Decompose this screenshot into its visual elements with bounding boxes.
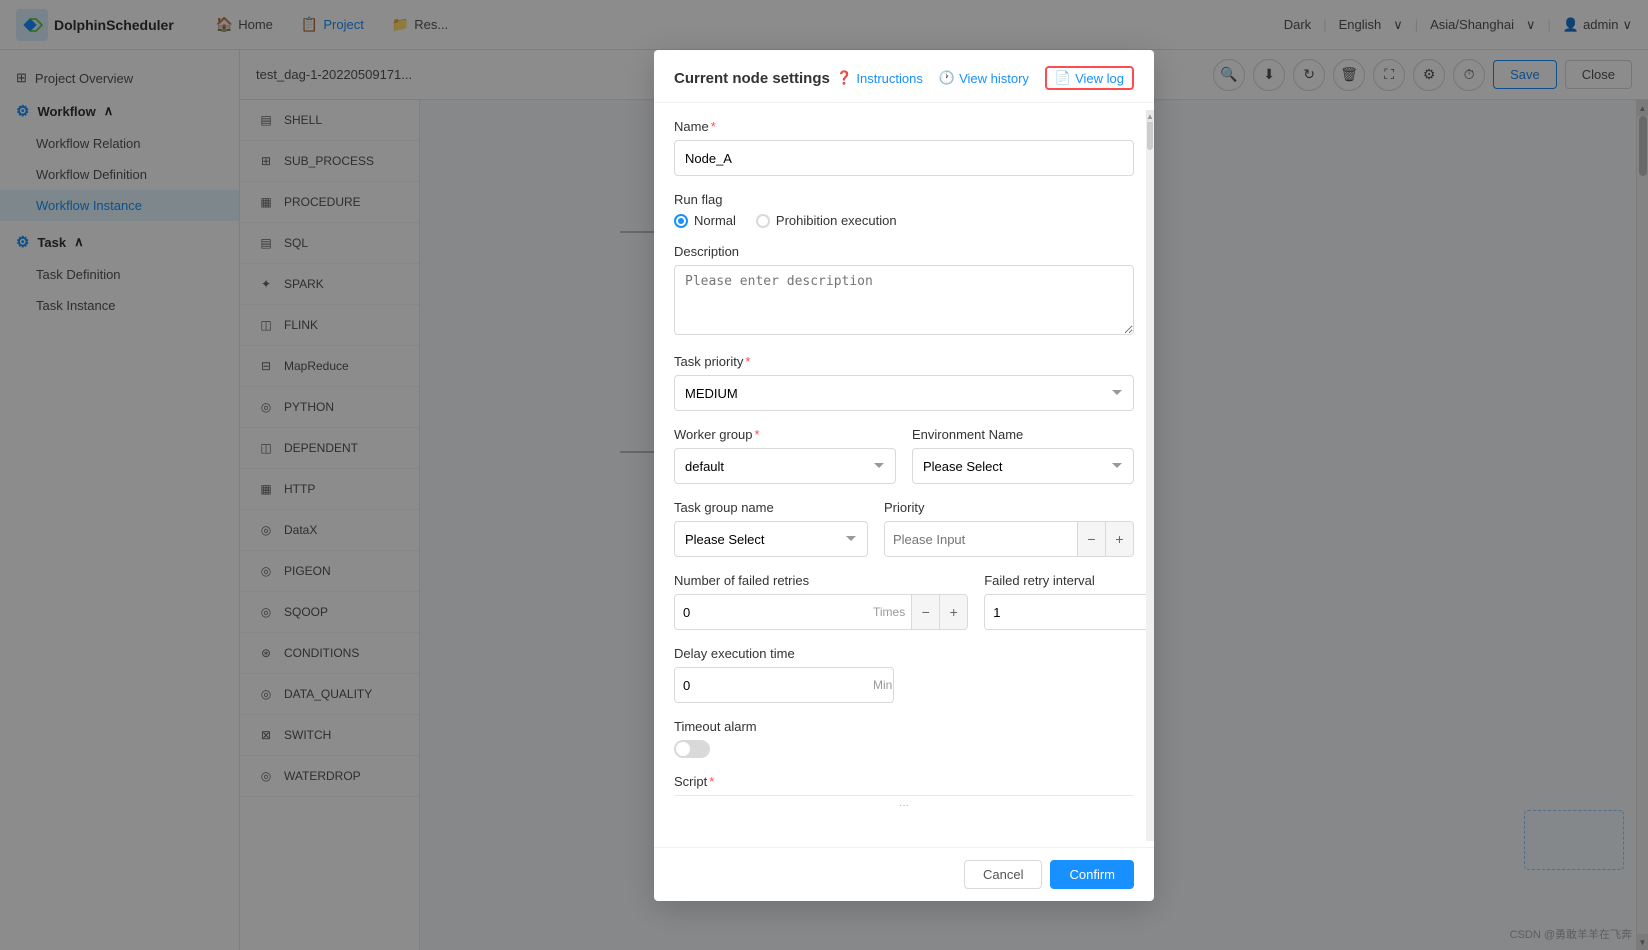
delay-input[interactable]: [675, 668, 867, 702]
radio-normal-label: Normal: [694, 213, 736, 228]
modal-instructions-link[interactable]: ❓ Instructions: [836, 70, 923, 86]
failed-retries-label: Number of failed retries: [674, 573, 968, 588]
view-log-icon: 📄: [1055, 70, 1071, 86]
worker-group-label: Worker group *: [674, 427, 896, 442]
modal-header-actions: ❓ Instructions 🕐 View history 📄 View log: [836, 66, 1134, 90]
modal-scroll-up-arrow[interactable]: ▲: [1146, 110, 1154, 122]
failed-retries-wrap: Times − +: [674, 594, 968, 630]
radio-prohibition-circle: [756, 214, 770, 228]
timeout-alarm-label: Timeout alarm: [674, 719, 1134, 734]
form-group-description: Description: [674, 244, 1134, 338]
failed-retries-plus-btn[interactable]: +: [939, 595, 967, 629]
timeout-toggle[interactable]: [674, 740, 710, 758]
modal-scrollbar-track: ▲: [1146, 110, 1154, 841]
timeout-toggle-wrap: [674, 740, 1134, 758]
form-col-task-group-name: Task group name Please Select: [674, 500, 868, 557]
form-group-task-priority: Task priority * LOWEST LOW MEDIUM HIGH H…: [674, 354, 1134, 411]
form-group-script: Script * ···: [674, 774, 1134, 815]
name-label: Name *: [674, 119, 1134, 134]
delay-unit: Minute: [867, 678, 894, 692]
form-group-run-flag: Run flag Normal Prohibition execution: [674, 192, 1134, 228]
run-flag-label: Run flag: [674, 192, 1134, 207]
priority-label: Priority: [884, 500, 1134, 515]
modal-title: Current node settings: [674, 70, 830, 87]
failed-retries-unit: Times: [867, 605, 911, 619]
modal-body: Name * Run flag Normal Prohibition execu…: [654, 103, 1154, 847]
modal-view-history-link[interactable]: 🕐 View history: [939, 70, 1029, 86]
form-group-timeout: Timeout alarm: [674, 719, 1134, 758]
failed-retries-minus-btn[interactable]: −: [911, 595, 939, 629]
description-input[interactable]: [674, 265, 1134, 335]
form-col-priority: Priority − +: [884, 500, 1134, 557]
name-input[interactable]: [674, 140, 1134, 176]
modal-footer: Cancel Confirm: [654, 847, 1154, 901]
modal-node-settings: Current node settings ❓ Instructions 🕐 V…: [654, 50, 1154, 901]
retry-interval-input[interactable]: [985, 595, 1154, 629]
script-required: *: [709, 774, 714, 789]
instructions-icon: ❓: [836, 70, 852, 86]
run-flag-normal[interactable]: Normal: [674, 213, 736, 228]
modal-header: Current node settings ❓ Instructions 🕐 V…: [654, 50, 1154, 103]
task-group-name-label: Task group name: [674, 500, 868, 515]
form-row-worker-env: Worker group * default Environment Name …: [674, 427, 1134, 484]
cancel-button[interactable]: Cancel: [964, 860, 1042, 889]
task-group-name-select[interactable]: Please Select: [674, 521, 868, 557]
task-priority-label: Task priority *: [674, 354, 1134, 369]
delay-label: Delay execution time: [674, 646, 1134, 661]
form-group-name: Name *: [674, 119, 1134, 176]
run-flag-options: Normal Prohibition execution: [674, 213, 1134, 228]
view-history-label: View history: [959, 71, 1029, 86]
failed-retries-input[interactable]: [675, 595, 867, 629]
radio-normal-circle: [674, 214, 688, 228]
form-row-task-group-priority: Task group name Please Select Priority −…: [674, 500, 1134, 557]
form-col-retry-interval: Failed retry interval Minute − +: [984, 573, 1154, 630]
worker-group-required: *: [755, 427, 760, 442]
worker-group-select[interactable]: default: [674, 448, 896, 484]
env-name-label: Environment Name: [912, 427, 1134, 442]
instructions-label: Instructions: [856, 71, 922, 86]
view-log-label: View log: [1075, 71, 1124, 86]
form-col-env-name: Environment Name Please Select: [912, 427, 1134, 484]
priority-plus-btn[interactable]: +: [1105, 522, 1133, 556]
retry-interval-wrap: Minute − +: [984, 594, 1154, 630]
name-required: *: [711, 119, 716, 134]
env-name-select[interactable]: Please Select: [912, 448, 1134, 484]
description-label: Description: [674, 244, 1134, 259]
priority-input-wrap: − +: [884, 521, 1134, 557]
script-label: Script *: [674, 774, 1134, 789]
priority-minus-btn[interactable]: −: [1077, 522, 1105, 556]
delay-wrap: Minute − +: [674, 667, 894, 703]
form-row-retries: Number of failed retries Times − + Faile…: [674, 573, 1134, 630]
radio-prohibition-label: Prohibition execution: [776, 213, 897, 228]
task-priority-select[interactable]: LOWEST LOW MEDIUM HIGH HIGHEST: [674, 375, 1134, 411]
priority-input[interactable]: [885, 522, 1077, 556]
view-history-icon: 🕐: [939, 70, 955, 86]
run-flag-prohibition[interactable]: Prohibition execution: [756, 213, 897, 228]
task-priority-required: *: [745, 354, 750, 369]
confirm-button[interactable]: Confirm: [1050, 860, 1134, 889]
form-group-delay: Delay execution time Minute − +: [674, 646, 1134, 703]
form-col-worker-group: Worker group * default: [674, 427, 896, 484]
retry-interval-label: Failed retry interval: [984, 573, 1154, 588]
script-truncated: ···: [674, 795, 1134, 815]
modal-view-log-link[interactable]: 📄 View log: [1045, 66, 1134, 90]
form-col-failed-retries: Number of failed retries Times − +: [674, 573, 968, 630]
